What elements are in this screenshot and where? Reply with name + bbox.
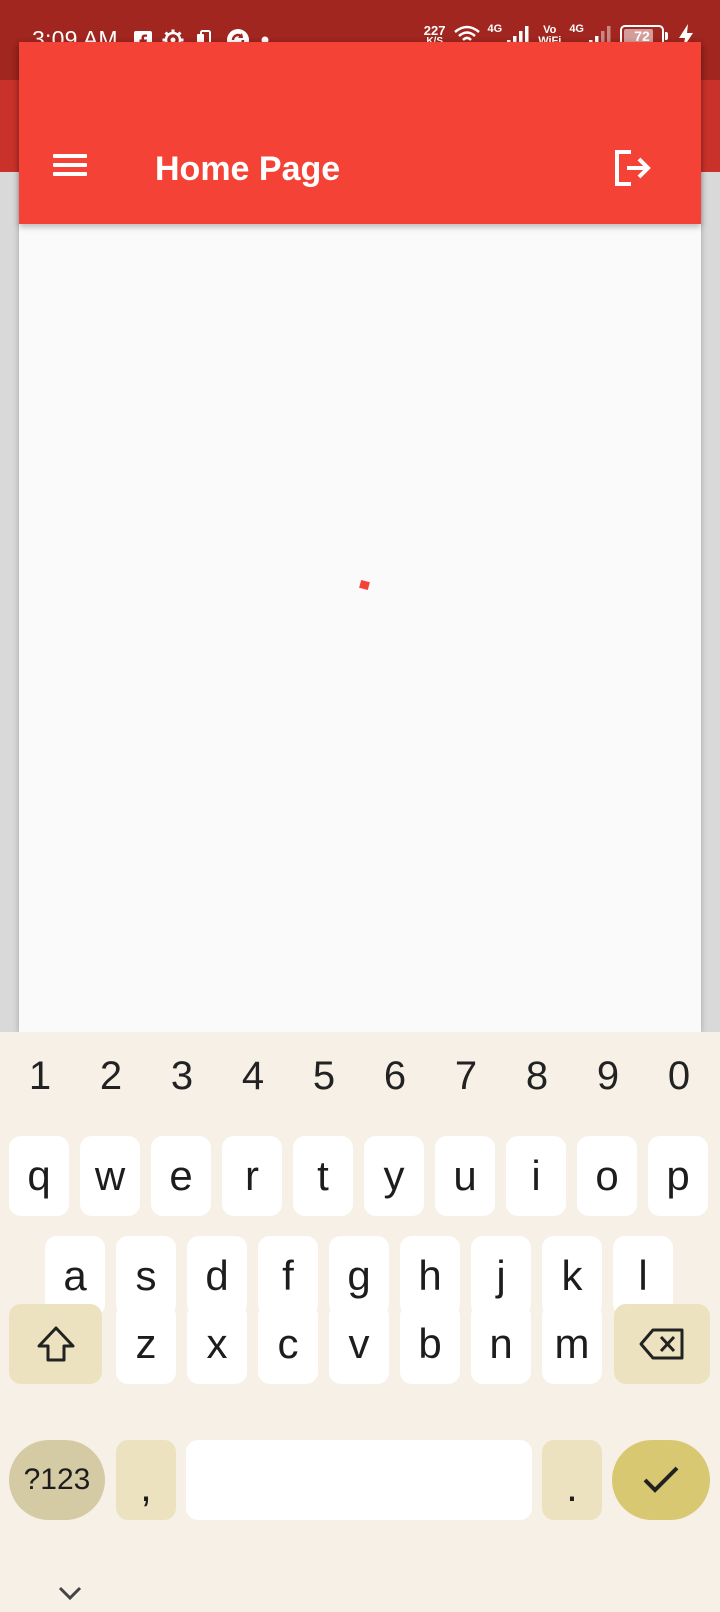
checkmark-icon: [643, 1466, 679, 1493]
letter-key[interactable]: p: [648, 1136, 708, 1216]
letter-key[interactable]: b: [400, 1304, 460, 1384]
loading-indicator: [359, 579, 370, 591]
logout-icon[interactable]: [611, 146, 655, 190]
letter-key[interactable]: m: [542, 1304, 602, 1384]
letter-key[interactable]: c: [258, 1304, 318, 1384]
backspace-key[interactable]: [614, 1304, 710, 1384]
net-speed-value: 227: [423, 23, 446, 38]
letter-key[interactable]: n: [471, 1304, 531, 1384]
period-key[interactable]: .: [542, 1440, 602, 1520]
space-bar[interactable]: [186, 1440, 532, 1520]
number-key[interactable]: 8: [502, 1054, 572, 1099]
number-key[interactable]: 3: [147, 1054, 217, 1099]
letter-key[interactable]: q: [9, 1136, 69, 1216]
letter-key[interactable]: x: [187, 1304, 247, 1384]
shift-icon: [37, 1326, 74, 1362]
symbols-key[interactable]: ?123: [9, 1440, 105, 1520]
letter-key[interactable]: r: [222, 1136, 282, 1216]
app-bar: Home Page: [19, 42, 701, 224]
soft-keyboard: 1234567890 qwertyuiop asdfghjkl zxcvbnm …: [0, 1032, 720, 1612]
number-key[interactable]: 4: [218, 1054, 288, 1099]
enter-key[interactable]: [612, 1440, 710, 1520]
letter-key[interactable]: z: [116, 1304, 176, 1384]
letter-key[interactable]: u: [435, 1136, 495, 1216]
letter-key[interactable]: y: [364, 1136, 424, 1216]
chevron-down-icon[interactable]: [56, 1584, 84, 1602]
number-key[interactable]: 5: [289, 1054, 359, 1099]
letter-key[interactable]: o: [577, 1136, 637, 1216]
number-key[interactable]: 0: [644, 1054, 714, 1099]
letter-key[interactable]: e: [151, 1136, 211, 1216]
app-window: Home Page: [19, 42, 701, 1032]
number-row: 1234567890: [0, 1032, 720, 1132]
number-key[interactable]: 7: [431, 1054, 501, 1099]
network-type-label-2: 4G: [569, 23, 584, 35]
letter-key[interactable]: v: [329, 1304, 389, 1384]
letter-key[interactable]: i: [506, 1136, 566, 1216]
number-key[interactable]: 9: [573, 1054, 643, 1099]
letter-key[interactable]: w: [80, 1136, 140, 1216]
letter-key[interactable]: t: [293, 1136, 353, 1216]
number-key[interactable]: 6: [360, 1054, 430, 1099]
backspace-icon: [639, 1328, 684, 1360]
shift-key[interactable]: [9, 1304, 102, 1384]
number-key[interactable]: 2: [76, 1054, 146, 1099]
hamburger-menu-icon[interactable]: [49, 146, 93, 182]
comma-key[interactable]: ,: [116, 1440, 176, 1520]
page-title: Home Page: [155, 150, 341, 188]
network-type-label: 4G: [487, 23, 503, 35]
number-key[interactable]: 1: [5, 1054, 75, 1099]
